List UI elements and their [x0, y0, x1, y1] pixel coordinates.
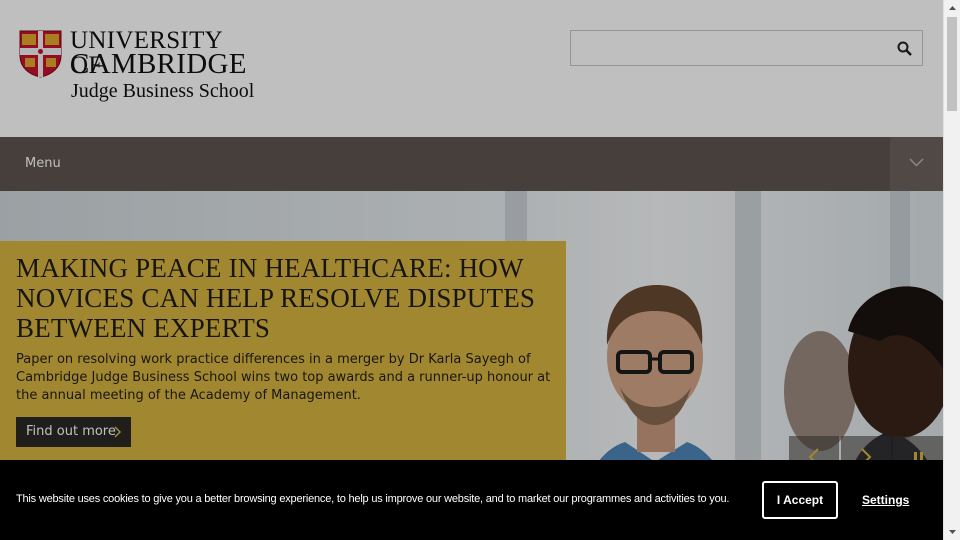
cookie-message: This website uses cookies to give you a … — [16, 493, 730, 505]
cookie-settings-link[interactable]: Settings — [862, 493, 909, 507]
vertical-scrollbar[interactable] — [943, 0, 960, 540]
page-overlay — [0, 0, 943, 540]
scroll-down-icon[interactable] — [944, 523, 960, 540]
cookie-banner: This website uses cookies to give you a … — [0, 460, 943, 540]
page: UNIVERSITY OF CAMBRIDGE Judge Business S… — [0, 0, 943, 540]
accept-cookies-button[interactable]: I Accept — [762, 481, 838, 519]
scrollbar-thumb[interactable] — [947, 17, 957, 111]
scroll-up-icon[interactable] — [944, 0, 960, 17]
